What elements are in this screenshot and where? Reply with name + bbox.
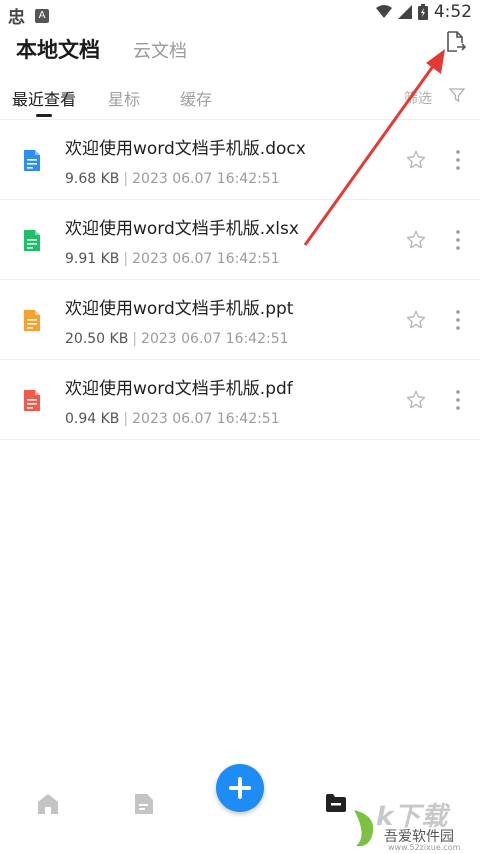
file-size: 0.94 KB: [65, 411, 120, 427]
more-options-icon[interactable]: [450, 389, 466, 411]
file-row[interactable]: 欢迎使用word文档手机版.docx 9.68 KB | 2023 06.07 16:…: [0, 120, 480, 200]
more-options-icon[interactable]: [450, 229, 466, 251]
status-bar: 忠 A 4:52: [0, 0, 480, 28]
meta-separator: |: [123, 411, 129, 427]
home-icon[interactable]: [37, 793, 59, 815]
watermark: k下载 吾爱软件园 www.52zixue.com: [348, 798, 480, 854]
file-name: 欢迎使用word文档手机版.xlsx: [65, 219, 299, 239]
notification-icon: A: [35, 8, 49, 23]
clock: 4:52: [433, 2, 472, 22]
sub-tabs: 最近查看 星标 缓存 筛选: [0, 84, 480, 120]
excel-file-icon: [24, 230, 40, 251]
star-icon[interactable]: [406, 390, 426, 410]
file-meta: 20.50 KB | 2023 06.07 16:42:51: [65, 331, 289, 347]
top-bar: 本地文档 云文档: [0, 30, 480, 70]
divider: [0, 439, 480, 440]
more-options-icon[interactable]: [450, 149, 466, 171]
document-icon[interactable]: [134, 793, 154, 815]
file-name: 欢迎使用word文档手机版.pdf: [65, 379, 293, 399]
file-date: 2023 06.07 16:42:51: [132, 411, 280, 427]
file-date: 2023 06.07 16:42:51: [132, 251, 280, 267]
folder-icon[interactable]: [325, 793, 347, 813]
ppt-file-icon: [24, 310, 40, 331]
pdf-file-icon: [24, 390, 40, 411]
meta-separator: |: [123, 171, 129, 187]
active-tab-indicator: [36, 114, 52, 117]
filter-button[interactable]: 筛选: [404, 88, 432, 108]
plus-icon: [229, 777, 251, 799]
meta-separator: |: [132, 331, 138, 347]
more-options-icon[interactable]: [450, 309, 466, 331]
tab-recent[interactable]: 最近查看: [12, 86, 76, 110]
filter-icon[interactable]: [449, 87, 465, 103]
tab-starred[interactable]: 星标: [108, 86, 140, 110]
star-icon[interactable]: [406, 150, 426, 170]
tab-cloud-docs[interactable]: 云文档: [133, 37, 187, 63]
star-icon[interactable]: [406, 310, 426, 330]
file-date: 2023 06.07 16:42:51: [132, 171, 280, 187]
file-meta: 0.94 KB | 2023 06.07 16:42:51: [65, 411, 280, 427]
meta-separator: |: [123, 251, 129, 267]
file-size: 9.91 KB: [65, 251, 120, 267]
file-date: 2023 06.07 16:42:51: [141, 331, 289, 347]
signal-icon: [397, 5, 412, 19]
file-import-icon[interactable]: [443, 30, 467, 54]
tab-local-docs[interactable]: 本地文档: [16, 34, 100, 64]
tab-cache[interactable]: 缓存: [180, 86, 212, 110]
file-name: 欢迎使用word文档手机版.docx: [65, 139, 306, 159]
wifi-icon: [375, 5, 392, 18]
file-size: 9.68 KB: [65, 171, 120, 187]
file-meta: 9.68 KB | 2023 06.07 16:42:51: [65, 171, 280, 187]
star-icon[interactable]: [406, 230, 426, 250]
file-row[interactable]: 欢迎使用word文档手机版.ppt 20.50 KB | 2023 06.07 16:…: [0, 280, 480, 360]
app-notification-icon: 忠: [8, 8, 25, 28]
file-meta: 9.91 KB | 2023 06.07 16:42:51: [65, 251, 280, 267]
watermark-url: www.52zixue.com: [388, 843, 461, 852]
file-row[interactable]: 欢迎使用word文档手机版.xlsx 9.91 KB | 2023 06.07 16:…: [0, 200, 480, 280]
word-file-icon: [24, 150, 40, 171]
add-button[interactable]: [216, 764, 264, 812]
file-name: 欢迎使用word文档手机版.ppt: [65, 299, 294, 319]
file-size: 20.50 KB: [65, 331, 129, 347]
file-row[interactable]: 欢迎使用word文档手机版.pdf 0.94 KB | 2023 06.07 16:4…: [0, 360, 480, 440]
battery-icon: [417, 4, 428, 20]
